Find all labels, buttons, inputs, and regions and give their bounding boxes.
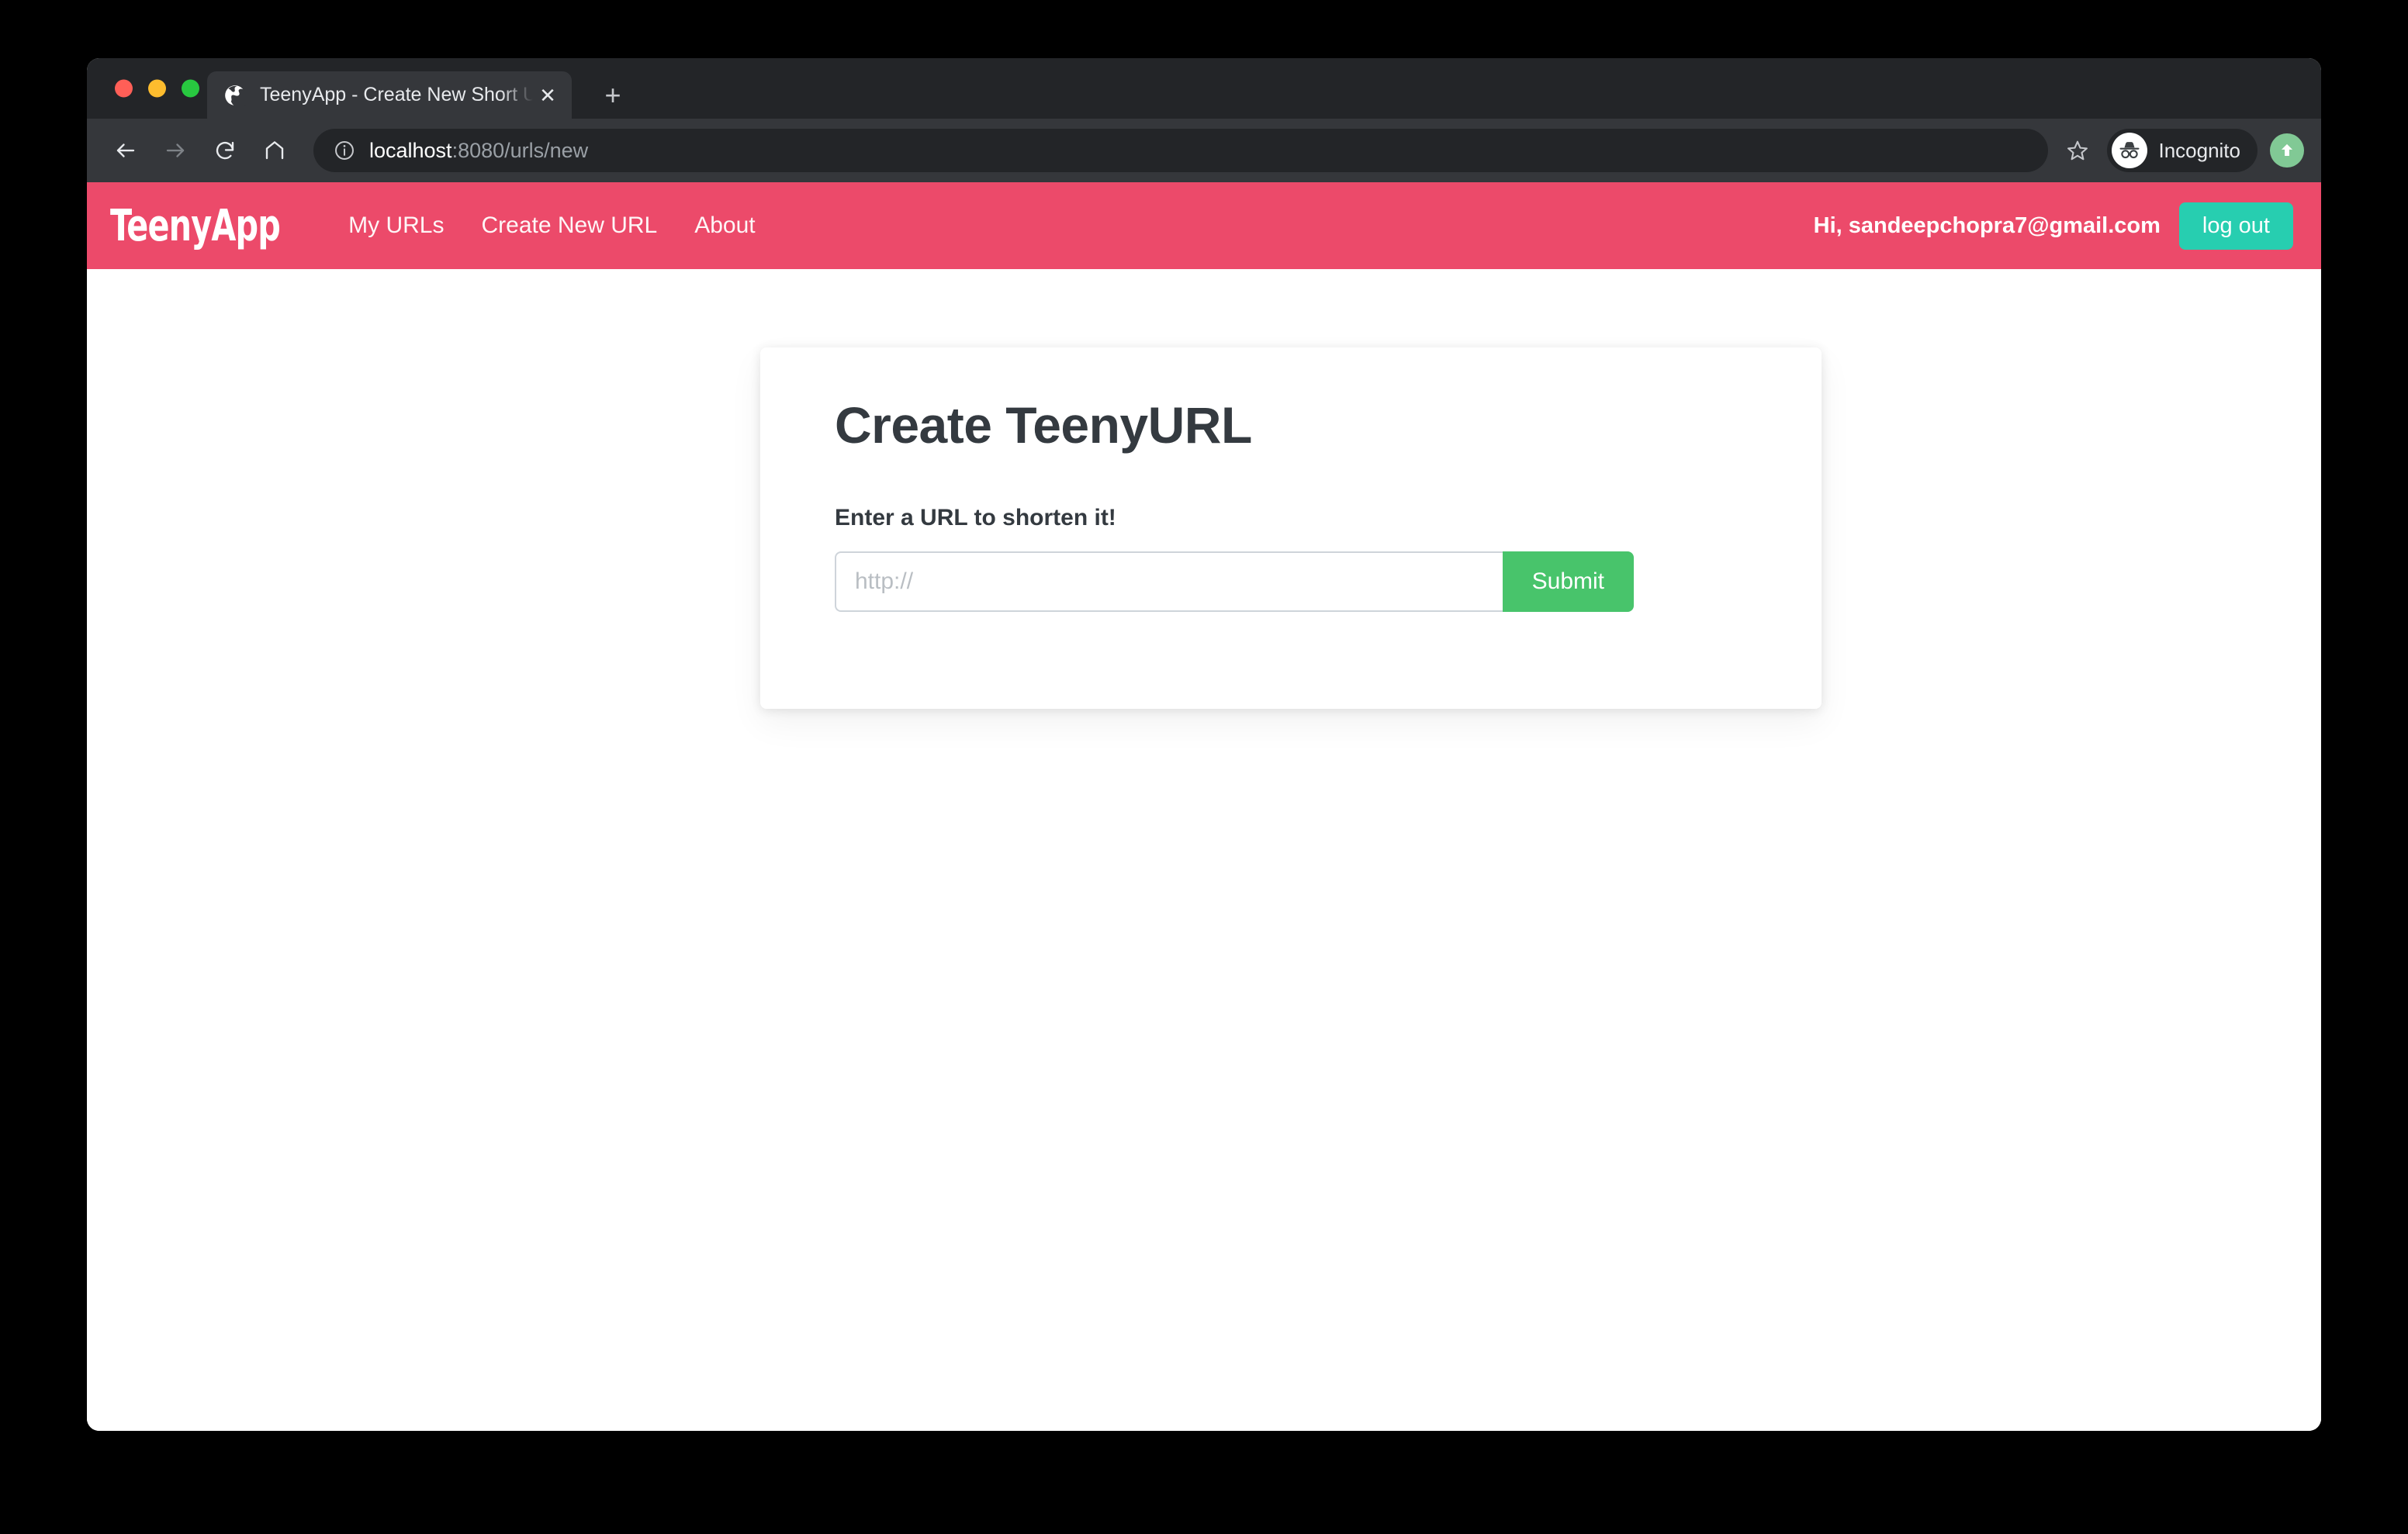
create-url-card: Create TeenyURL Enter a URL to shorten i… [760, 347, 1822, 709]
address-bar[interactable]: localhost:8080/urls/new [313, 129, 2049, 172]
page-content: Create TeenyURL Enter a URL to shorten i… [87, 269, 2321, 1431]
update-button[interactable] [2270, 133, 2304, 168]
browser-tab-title: TeenyApp - Create New Short U [260, 84, 533, 105]
profile-chip[interactable]: Incognito [2107, 129, 2258, 172]
minimize-window-button[interactable] [148, 79, 166, 98]
user-greeting: Hi, sandeepchopra7@gmail.com [1813, 212, 2161, 238]
new-tab-button[interactable]: + [599, 81, 627, 111]
bookmark-button[interactable] [2056, 129, 2099, 172]
url-field-label: Enter a URL to shorten it! [835, 504, 1116, 530]
navbar-user-area: Hi, sandeepchopra7@gmail.com log out [1814, 202, 2293, 250]
address-bar-text: localhost:8080/urls/new [369, 139, 588, 163]
close-tab-icon[interactable]: ✕ [536, 85, 559, 105]
site-navbar: TeenyApp My URLs Create New URL About Hi… [87, 182, 2321, 269]
url-input-group: Submit [835, 551, 1634, 612]
forward-button[interactable] [154, 129, 197, 172]
globe-icon [224, 85, 250, 108]
browser-window: TeenyApp - Create New Short U ✕ + localh… [87, 58, 2321, 1431]
site-info-icon[interactable] [334, 140, 355, 161]
incognito-icon [2112, 133, 2148, 168]
close-window-button[interactable] [115, 79, 133, 98]
window-controls [115, 79, 199, 98]
profile-label: Incognito [2158, 138, 2240, 162]
page-title: Create TeenyURL [835, 396, 1252, 454]
nav-link-my-urls[interactable]: My URLs [348, 212, 444, 239]
logout-button[interactable]: log out [2178, 202, 2293, 250]
submit-button[interactable]: Submit [1502, 551, 1634, 612]
url-host: localhost [369, 138, 452, 162]
reload-button[interactable] [203, 129, 247, 172]
browser-toolbar: localhost:8080/urls/new Incognito [87, 119, 2321, 182]
navbar-links: My URLs Create New URL About [348, 212, 756, 239]
nav-link-about[interactable]: About [694, 212, 755, 239]
back-button[interactable] [104, 129, 147, 172]
nav-link-create-new-url[interactable]: Create New URL [481, 212, 657, 239]
url-input[interactable] [835, 551, 1503, 612]
web-page: TeenyApp My URLs Create New URL About Hi… [87, 182, 2321, 1431]
browser-tab[interactable]: TeenyApp - Create New Short U ✕ [207, 71, 572, 119]
brand-logo[interactable]: TeenyApp [110, 201, 281, 251]
maximize-window-button[interactable] [182, 79, 199, 98]
url-path: :8080/urls/new [452, 138, 589, 162]
home-button[interactable] [253, 129, 296, 172]
browser-tab-strip: TeenyApp - Create New Short U ✕ + [87, 58, 2321, 119]
